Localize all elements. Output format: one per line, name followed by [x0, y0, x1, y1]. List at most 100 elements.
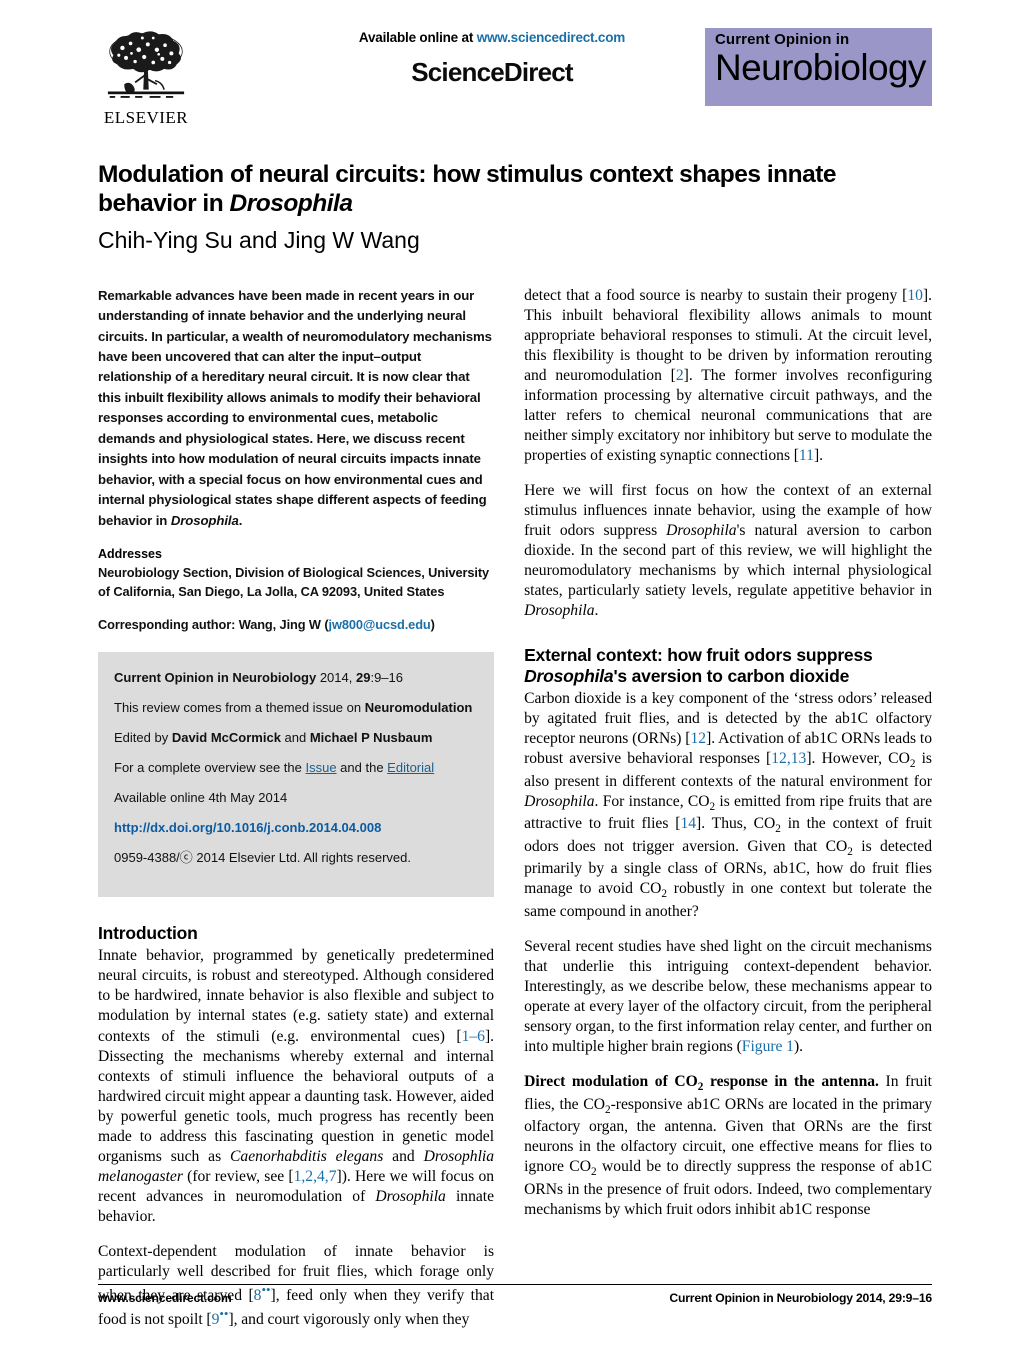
footer-journal-name: Current Opinion in Neurobiology	[669, 1291, 853, 1305]
citation-row: Current Opinion in Neurobiology 2014, 29…	[114, 669, 478, 688]
abstract-part2: .	[238, 512, 243, 528]
doi-text: http://dx.doi.org/10.1016/j.conb.2014.04…	[114, 819, 382, 835]
footer-year: 2014,	[852, 1291, 889, 1305]
doi-link[interactable]: http://dx.doi.org/10.1016/j.conb.2014.04…	[114, 819, 478, 838]
title-block: Modulation of neural circuits: how stimu…	[98, 160, 928, 256]
overview-row: For a complete overview see the Issue an…	[114, 759, 478, 778]
intro-p1-c: and	[383, 1147, 424, 1165]
footer-volume: 29	[888, 1291, 902, 1305]
right-p2-c: .	[594, 602, 599, 620]
article-title-line1: Modulation of neural circuits: how stimu…	[98, 161, 836, 188]
article-title-species: Drosophila	[229, 190, 353, 218]
external-context-heading-line1: External context: how fruit odors suppre…	[524, 645, 873, 666]
intro-p1-italic-3: Drosophila	[375, 1187, 446, 1205]
article-authors: Chih-Ying Su and Jing W Wang	[98, 226, 420, 253]
editorial-link[interactable]: Editorial	[387, 760, 434, 775]
right-p1-d: ].	[813, 446, 824, 464]
figure-1-link[interactable]: Figure 1	[742, 1038, 794, 1055]
themed-issue-row: This review comes from a themed issue on…	[114, 699, 478, 718]
external-context-heading-line2: 's aversion to carbon dioxide	[613, 666, 850, 687]
right-p3-e: . For instance, CO	[594, 792, 710, 810]
intro-p1-d: (for review, see [	[182, 1167, 294, 1185]
right-paragraph-1: detect that a food source is nearby to s…	[524, 286, 932, 466]
right-p3-ref-1[interactable]: 12	[690, 730, 706, 747]
external-context-heading-species: Drosophila	[524, 666, 614, 687]
right-p3-ref-3[interactable]: 14	[680, 815, 696, 832]
addresses-label: Addresses	[98, 547, 162, 562]
intro-p1-ref-2[interactable]: 1,2,4,7	[294, 1168, 337, 1185]
themed-issue-topic: Neuromodulation	[364, 700, 473, 716]
citation-year: 2014,	[316, 670, 356, 686]
citation-journal: Current Opinion in Neurobiology	[114, 670, 317, 686]
journal-info-box: Current Opinion in Neurobiology 2014, 29…	[98, 652, 495, 898]
right-p1-ref-2[interactable]: 2	[676, 367, 684, 384]
introduction-heading: Introduction	[98, 923, 198, 944]
intro-paragraph-1: Innate behavior, programmed by genetical…	[98, 946, 494, 1226]
right-p2-italic-1: Drosophila	[666, 522, 737, 540]
right-p3-italic-1: Drosophila	[524, 792, 595, 810]
intro-p1-italic-1: Caenorhabditis elegans	[230, 1147, 384, 1165]
editors-conjunction: and	[280, 730, 310, 746]
right-paragraph-3: Carbon dioxide is a key component of the…	[524, 689, 932, 922]
sciencedirect-wordmark: ScienceDirect	[411, 57, 573, 87]
abstract-part1: Remarkable advances have been made in re…	[98, 287, 492, 528]
right-p1-a: detect that a food source is nearby to s…	[524, 286, 908, 304]
right-p2-italic-2: Drosophila	[524, 602, 595, 620]
left-column: Remarkable advances have been made in re…	[98, 286, 495, 1331]
editor-two: Michael P Nusbaum	[309, 730, 433, 746]
intro-p1-ref-1[interactable]: 1–6	[462, 1028, 485, 1045]
right-column: detect that a food source is nearby to s…	[524, 286, 932, 1331]
right-p1-ref-3[interactable]: 11	[799, 447, 814, 464]
right-p5-runin-heading: Direct modulation of CO2 response in the…	[524, 1073, 879, 1093]
overview-conjunction: and the	[336, 760, 388, 776]
edited-by-prefix: Edited by	[114, 730, 172, 746]
corresponding-author-suffix: )	[430, 617, 435, 633]
copyright-row: 0959-4388/ⓒ 2014 Elsevier Ltd. All right…	[114, 849, 412, 865]
external-context-heading: External context: how fruit odors suppre…	[524, 645, 932, 687]
intro-p2-c: ], and court vigorously only when they	[228, 1311, 470, 1329]
corresponding-author: Corresponding author: Wang, Jing W (jw80…	[98, 617, 494, 632]
intro-p1-a: Innate behavior, programmed by genetical…	[98, 947, 495, 1045]
right-p3-ref-2[interactable]: 12,13	[771, 750, 806, 767]
corresponding-author-prefix: Corresponding author: Wang, Jing W (	[98, 617, 329, 633]
right-paragraph-5: Direct modulation of CO2 response in the…	[524, 1072, 932, 1220]
editors-row: Edited by David McCormick and Michael P …	[114, 729, 478, 748]
right-paragraph-4: Several recent studies have shed light o…	[524, 937, 932, 1057]
abstract-species: Drosophila	[170, 512, 239, 528]
journal-logo-top-line: Current Opinion in	[715, 31, 850, 48]
citation-volume: 29	[355, 670, 371, 686]
available-online-line: Available online at www.sciencedirect.co…	[282, 30, 702, 45]
citation-pages: :9–16	[370, 670, 403, 686]
right-p3-g: ]. Thus, CO	[696, 815, 776, 833]
right-p1-ref-1[interactable]: 10	[907, 287, 923, 304]
journal-logo: Current Opinion in Neurobiology	[705, 28, 932, 106]
masthead: ELSEVIER Available online at www.science…	[92, 22, 932, 140]
right-paragraph-2: Here we will first focus on how the cont…	[524, 481, 932, 621]
intro-p1-b: ]. Dissecting the mechanisms whereby ext…	[98, 1027, 495, 1165]
elsevier-wordmark: ELSEVIER	[103, 108, 189, 127]
available-online-row: Available online 4th May 2014	[114, 789, 288, 805]
addresses-text: Neurobiology Section, Division of Biolog…	[98, 565, 490, 600]
footer-pages: :9–16	[901, 1291, 932, 1305]
article-title: Modulation of neural circuits: how stimu…	[98, 160, 928, 219]
elsevier-logo: ELSEVIER	[92, 28, 200, 136]
right-p5-bold-a: Direct modulation of CO	[524, 1073, 698, 1091]
right-p4-a: Several recent studies have shed light o…	[524, 938, 932, 1056]
themed-issue-prefix: This review comes from a themed issue on	[114, 700, 365, 716]
right-p4-b: ).	[793, 1038, 804, 1056]
abstract-text: Remarkable advances have been made in re…	[98, 286, 494, 531]
available-online-prefix: Available online at	[358, 30, 477, 45]
footer-citation: Current Opinion in Neurobiology 2014, 29…	[669, 1291, 932, 1305]
elsevier-tree-icon	[107, 31, 185, 98]
footer-website-link[interactable]: www.sciencedirect.com	[98, 1291, 232, 1305]
editor-one: David McCormick	[171, 730, 281, 746]
sciencedirect-url-link[interactable]: www.sciencedirect.com	[477, 30, 626, 45]
paper-page: ELSEVIER Available online at www.science…	[0, 22, 1020, 1345]
issue-link[interactable]: Issue	[305, 760, 336, 775]
right-p5-bold-b: response in the antenna.	[703, 1073, 879, 1091]
content-columns: Remarkable advances have been made in re…	[98, 286, 932, 1331]
article-title-line2-prefix: behavior in	[98, 190, 230, 218]
journal-logo-title: Neurobiology	[715, 46, 926, 88]
corresponding-author-email-link[interactable]: jw800@ucsd.edu	[329, 617, 431, 632]
sciencedirect-block: Available online at www.sciencedirect.co…	[282, 30, 702, 88]
